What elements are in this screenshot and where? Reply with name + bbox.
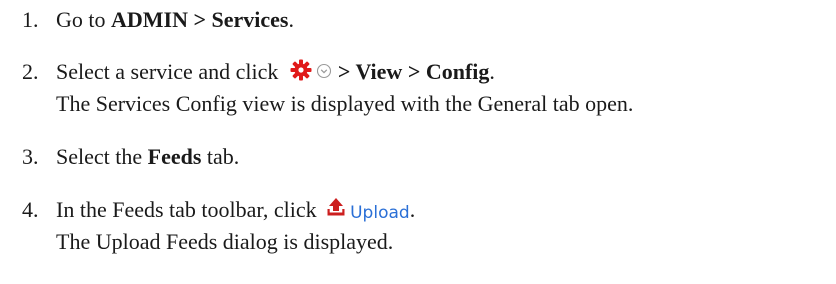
step-text: In the Feeds tab toolbar, click (56, 197, 323, 222)
step-number: 4. (22, 197, 39, 222)
step-punctuation: . (409, 197, 416, 222)
step-2: 2. Select a service and click > View > Co… (22, 58, 495, 87)
gear-icon[interactable] (290, 59, 312, 87)
step-bold-text: Feeds (147, 144, 202, 169)
step-number: 1. (22, 7, 39, 32)
step-3: 3. Select the Feeds tab. (22, 143, 239, 170)
step-text: Select a service and click (56, 59, 284, 84)
step-1: 1. Go to ADMIN > Services. (22, 6, 294, 33)
step-text: Go to (56, 7, 111, 32)
step-4: 4. In the Feeds tab toolbar, click Upload… (22, 196, 415, 223)
step-2-note: The Services Config view is displayed wi… (56, 91, 634, 116)
step-number: 3. (22, 144, 39, 169)
step-bold-text: ADMIN > Services (111, 7, 289, 32)
step-number: 2. (22, 59, 39, 84)
upload-icon (326, 196, 346, 223)
upload-button-label: Upload (350, 203, 410, 223)
dropdown-circle-icon[interactable] (316, 58, 332, 85)
step-4-note: The Upload Feeds dialog is displayed. (56, 229, 394, 254)
step-text: Select the (56, 144, 148, 169)
step-punctuation: . (288, 7, 295, 32)
step-text-after: tab. (201, 144, 240, 169)
upload-button[interactable]: Upload (326, 196, 410, 223)
step-bold-text: > View > Config (337, 59, 490, 84)
step-punctuation: . (489, 59, 495, 84)
